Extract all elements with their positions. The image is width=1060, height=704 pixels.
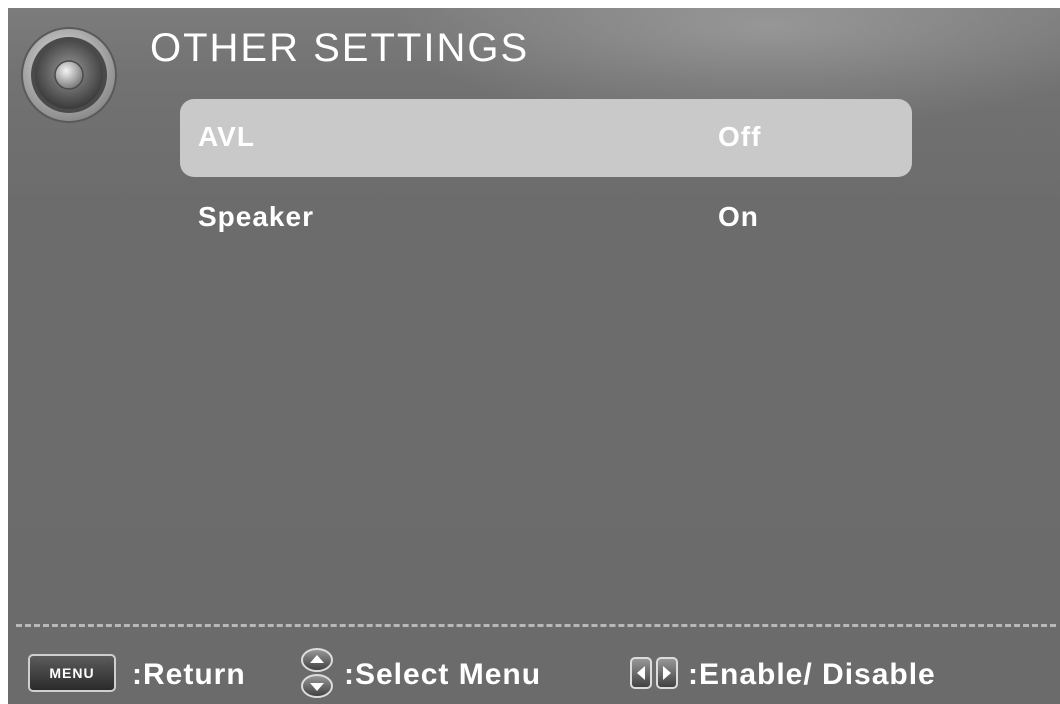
return-hint: :Return (132, 658, 246, 691)
settings-screen: OTHER SETTINGS AVL Off Speaker On MENU :… (8, 8, 1060, 704)
menu-item-label: Speaker (198, 201, 314, 232)
menu-item-label: AVL (198, 121, 255, 152)
up-down-arrows-icon (301, 648, 333, 698)
page-title: OTHER SETTINGS (150, 26, 530, 70)
enable-disable-hint: :Enable/ Disable (688, 658, 936, 691)
menu-key-icon: MENU (28, 654, 116, 692)
select-menu-hint: :Select Menu (344, 658, 542, 691)
menu-item-value: On (718, 201, 759, 232)
left-right-arrows-icon (630, 657, 678, 689)
menu-item-speaker[interactable]: Speaker On (180, 179, 912, 257)
footer-divider (16, 624, 1056, 627)
speaker-icon (21, 27, 117, 123)
menu-item-value: Off (718, 121, 762, 152)
menu-item-avl[interactable]: AVL Off (180, 99, 912, 177)
footer-hints: MENU :Return :Select Menu:Enable/ Disab… (8, 644, 1060, 704)
